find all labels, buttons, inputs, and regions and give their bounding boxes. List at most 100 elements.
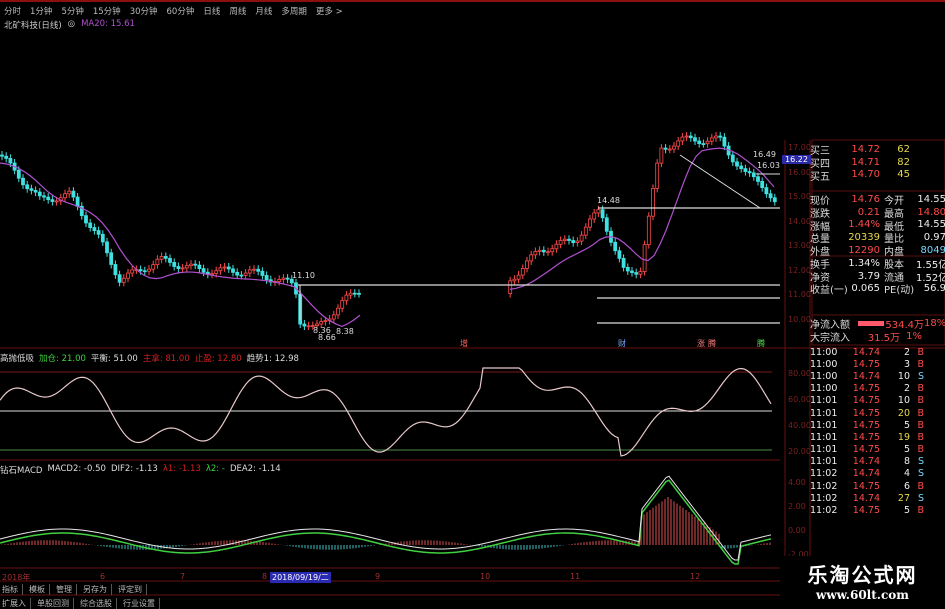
tick-side: B: [917, 419, 924, 431]
candle: [688, 135, 693, 139]
event-marker[interactable]: 增: [460, 338, 468, 349]
candle: [680, 136, 685, 142]
candle: [264, 275, 269, 281]
tick-price: 14.75: [852, 395, 880, 407]
tick-volume: 19: [897, 431, 910, 443]
candle: [113, 264, 118, 276]
stat-value-2: 1.52亿: [916, 272, 945, 284]
footer-button[interactable]: 指标: [2, 584, 23, 595]
candle: [331, 314, 336, 320]
candle: [730, 154, 735, 163]
tick-row: 11:01 14.75 20 B: [810, 407, 924, 419]
candle: [588, 218, 592, 228]
tick-time: 11:01: [810, 431, 838, 443]
candle: [751, 172, 756, 178]
candle: [697, 140, 702, 144]
candle: [693, 137, 697, 142]
axis-label: 13.00: [788, 241, 811, 250]
footer-button[interactable]: 另存为: [83, 584, 112, 595]
flow-pct: 18%: [924, 317, 945, 329]
stat-row: 收益(一) 0.065 PE(动) 56.9: [810, 283, 945, 296]
candle: [142, 270, 147, 273]
candle: [197, 264, 202, 270]
dea-line: [0, 479, 772, 565]
candle: [126, 272, 130, 279]
stat-value: 3.79: [857, 270, 880, 282]
axis-label: 16.00: [788, 167, 811, 177]
annotation-peak-mid: 14.48: [597, 196, 620, 205]
indicator2-name[interactable]: 钻石MACD: [0, 464, 42, 476]
indicator1-legend: 高抛低吸 加仓: 21.00 平衡: 51.00 主拿: 81.00 止盈: 12.8…: [0, 352, 299, 364]
annotation-low-left-high: 11.10: [292, 271, 315, 280]
candle: [537, 249, 542, 252]
candle: [138, 269, 143, 272]
candle: [546, 251, 550, 254]
candle: [655, 162, 660, 189]
tick-row: 11:02 14.75 6 B: [810, 480, 924, 492]
candle: [163, 256, 168, 259]
event-marker[interactable]: 腾: [708, 338, 716, 349]
event-marker[interactable]: 腾: [757, 338, 765, 349]
event-marker[interactable]: 财: [618, 338, 626, 349]
event-marker[interactable]: 涨: [697, 338, 705, 349]
stat-value: 0.21: [857, 206, 880, 218]
tick-side: B: [917, 431, 924, 443]
tick-price: 14.74: [852, 456, 880, 468]
axis-label: 80.00: [788, 369, 811, 378]
watermark-title: 乐淘公式网: [807, 563, 918, 587]
stat-value-2: 56.9: [923, 283, 945, 295]
candle: [285, 277, 290, 280]
tick-volume: 5: [903, 505, 910, 517]
tick-side: B: [917, 383, 924, 395]
tick-row: 11:01 14.75 5 B: [810, 419, 924, 431]
candle: [214, 270, 219, 274]
current-price-tag: 16.22: [782, 155, 811, 164]
footer-button[interactable]: 管理: [56, 584, 77, 595]
indicator1-name[interactable]: 高抛低吸: [0, 352, 34, 364]
candle: [625, 267, 630, 272]
candle: [96, 230, 101, 235]
tick-volume: 4: [903, 468, 910, 480]
axis-label: 2.00: [788, 502, 806, 511]
footer-toolbar-2: 扩展入 单股回测 综合选股 行业设置: [0, 598, 160, 609]
tick-volume: 27: [897, 492, 910, 504]
tick-price: 14.74: [852, 346, 880, 358]
legend-item: 加仓: 21.00: [39, 354, 86, 364]
candle: [184, 265, 189, 269]
candle: [25, 184, 30, 190]
candle: [516, 274, 521, 280]
footer-button[interactable]: 单股回测: [37, 598, 74, 609]
footer-button[interactable]: 评定到: [118, 584, 147, 595]
candle: [357, 292, 361, 295]
candle: [33, 190, 38, 193]
candle: [747, 171, 752, 174]
footer-button[interactable]: 行业设置: [123, 598, 160, 609]
tick-volume: 8: [903, 456, 910, 468]
axis-label: 12.00: [788, 265, 811, 275]
legend-item: MACD2: -0.50: [47, 464, 106, 474]
footer-button[interactable]: 模板: [29, 584, 50, 595]
tick-time: 11:02: [810, 505, 838, 517]
footer-button[interactable]: 综合选股: [80, 598, 117, 609]
tick-side: B: [917, 505, 924, 517]
candle: [222, 266, 227, 269]
axis-label: 40.00: [788, 421, 811, 430]
axis-label: 14.00: [788, 216, 811, 226]
candle: [16, 169, 21, 179]
tick-row: 11:01 14.75 5 B: [810, 444, 924, 456]
candle: [579, 234, 584, 242]
footer-button[interactable]: 扩展入: [2, 598, 31, 609]
tick-price: 14.75: [852, 383, 880, 395]
candle: [302, 323, 307, 327]
fund-flows: 净流入额 534.4万 18% 大宗流入 31.5万 1%: [810, 317, 945, 344]
tick-list[interactable]: 11:00 14.74 2 B 11:00 14.75 3 B 11:00 14.74 10 S 11:…: [810, 346, 924, 517]
candle: [621, 257, 626, 268]
kline-chart[interactable]: [0, 0, 945, 609]
candle: [596, 209, 601, 214]
candle: [344, 294, 349, 302]
candle: [340, 300, 345, 309]
candle: [109, 252, 114, 265]
tick-price: 14.75: [852, 431, 880, 443]
candle: [8, 157, 13, 164]
tick-price: 14.74: [852, 492, 880, 504]
